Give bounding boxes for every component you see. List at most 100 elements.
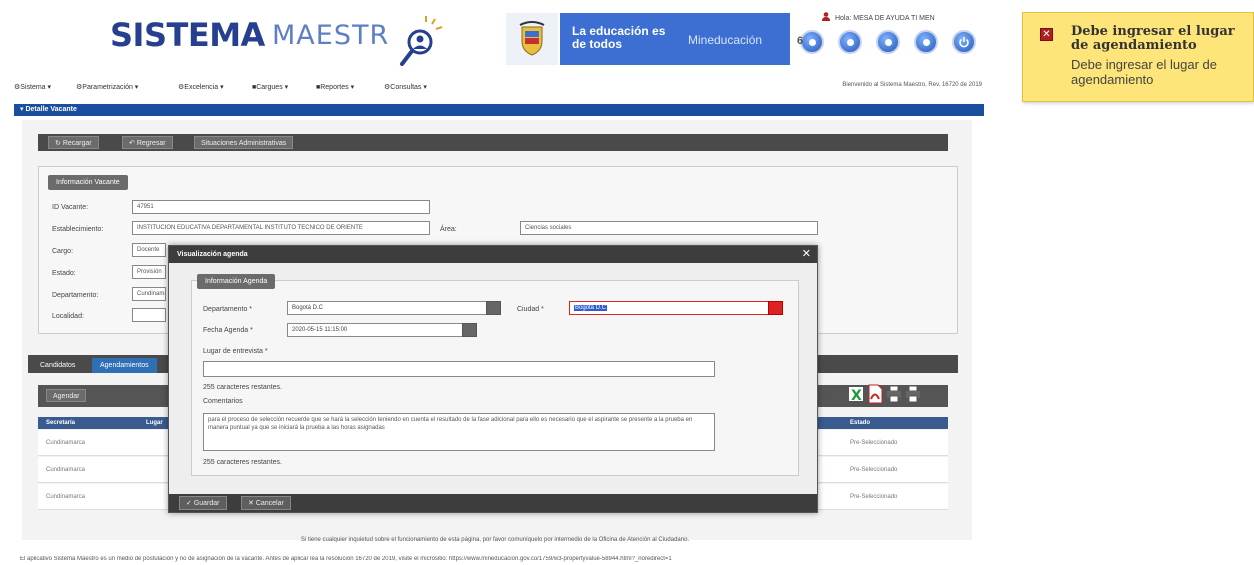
cancelar-button[interactable]: ✕ Cancelar <box>241 496 291 510</box>
notifications-count: 6 <box>797 35 804 47</box>
area-field[interactable]: Ciencias sociales <box>520 221 818 235</box>
app-window: SISTEMA MAESTR La educación es de todos <box>0 0 990 565</box>
vacante-info-legend: Información Vacante <box>48 175 128 190</box>
lugar-counter: 255 caracteres restantes. <box>203 384 282 391</box>
area-label: Área: <box>440 226 457 233</box>
row-secretaria: Cundinamarca <box>46 440 86 446</box>
footer-legal: El aplicativo Sistema Maestro es un medi… <box>20 556 672 562</box>
notifications-icon <box>808 38 816 46</box>
dialog-footer: ✓ Guardar ✕ Cancelar <box>169 494 817 512</box>
row-estado: Pre-Seleccionado <box>850 494 898 500</box>
departamento-select-label: Departamento * <box>203 306 253 313</box>
notifications-button[interactable]: 6 <box>797 30 824 54</box>
notification-title: Debe ingresar el lugar de agendamiento <box>1071 24 1235 53</box>
ciudad-select-label: Ciudad * <box>517 306 544 313</box>
main-menu-bar: ⚙Sistema ▾ ⚙Parametrización ▾ ⚙Excelenci… <box>14 80 986 96</box>
menu-parametrizacion[interactable]: ⚙Parametrización ▾ <box>76 83 138 91</box>
menu-cargues[interactable]: ■Cargues ▾ <box>252 83 288 91</box>
ciudad-select-value: Bogotá D.C <box>574 305 608 311</box>
lugar-entrevista-label: Lugar de entrevista * <box>203 348 268 355</box>
col-estado[interactable]: Estado <box>850 417 870 429</box>
dialog-title-text: Visualización agenda <box>177 251 248 258</box>
fecha-agenda-label: Fecha Agenda * <box>203 327 253 334</box>
pdf-export-icon[interactable] <box>867 384 883 404</box>
col-lugar[interactable]: Lugar <box>146 417 163 429</box>
print-all-icon[interactable] <box>905 384 921 404</box>
id-vacante-label: ID Vacante: <box>52 204 89 211</box>
recargar-button[interactable]: ↻ Recargar <box>48 136 99 149</box>
user-greeting: Hola: MESA DE AYUDA TI MEN <box>822 12 935 22</box>
col-secretaria[interactable]: Secretaría <box>46 417 75 429</box>
dialog-title: Visualización agenda ✕ <box>169 246 817 263</box>
departamento-select-value: Bogotá D.C <box>292 305 324 311</box>
menu-sistema[interactable]: ⚙Sistema ▾ <box>14 83 51 91</box>
agendar-button[interactable]: Agendar <box>46 389 87 402</box>
excel-export-icon[interactable]: X <box>848 384 864 404</box>
establecimiento-field[interactable]: INSTITUCION EDUCATIVA DEPARTAMENTAL INST… <box>132 221 430 235</box>
logo-sistema-text: SISTEMA <box>110 16 265 54</box>
departamento-label: Departamento: <box>52 292 99 299</box>
establecimiento-label: Establecimiento: <box>52 226 104 233</box>
error-notification[interactable]: ✕ Debe ingresar el lugar de agendamiento… <box>1022 12 1254 102</box>
localidad-field[interactable] <box>132 308 166 322</box>
lugar-entrevista-input[interactable] <box>203 361 715 377</box>
row-estado: Pre-Seleccionado <box>850 467 898 473</box>
header: SISTEMA MAESTR La educación es de todos <box>0 0 990 78</box>
help-button[interactable] <box>914 30 938 54</box>
header-action-buttons: 6 <box>797 30 976 54</box>
menu-consultas[interactable]: ⚙Consultas ▾ <box>384 83 427 91</box>
calendar-icon[interactable] <box>462 323 477 337</box>
departamento-field[interactable]: Cundinamarca <box>132 287 166 301</box>
section-title-bar[interactable]: ▾ Detalle Vacante <box>14 104 984 116</box>
user-icon <box>822 12 830 21</box>
logout-button[interactable] <box>952 30 976 54</box>
gov-slogan: La educación es de todos <box>572 24 666 51</box>
close-icon[interactable]: ✕ <box>802 248 811 261</box>
localidad-label: Localidad: <box>52 313 84 320</box>
row-estado: Pre-Seleccionado <box>850 440 898 446</box>
cargo-label: Cargo: <box>52 248 74 255</box>
menu-reportes[interactable]: ■Reportes ▾ <box>316 83 354 91</box>
row-secretaria: Cundinamarca <box>46 494 86 500</box>
detail-toolbar: ↻ Recargar ↶ Regresar Situaciones Admini… <box>38 134 948 151</box>
footer-notice: Si tiene cualquier inquietud sobre el fu… <box>300 537 690 543</box>
id-vacante-field[interactable]: 47951 <box>132 200 430 214</box>
regresar-button[interactable]: ↶ Regresar <box>122 136 173 149</box>
row-secretaria: Cundinamarca <box>46 467 86 473</box>
ciudad-select[interactable]: Bogotá D.C <box>569 301 783 315</box>
export-buttons: X <box>848 384 921 404</box>
home-button[interactable] <box>838 30 862 54</box>
estado-field[interactable]: Provisión <box>132 265 166 279</box>
departamento-select[interactable]: Bogotá D.C <box>287 301 501 315</box>
tab-candidatos[interactable]: Candidatos <box>32 358 83 373</box>
mineducacion-label: Mineducación <box>688 33 763 47</box>
menu-excelencia[interactable]: ⚙Excelencia ▾ <box>178 83 224 91</box>
section-title: Detalle Vacante <box>25 106 77 113</box>
cargo-field[interactable]: Docente <box>132 243 166 257</box>
coat-of-arms-icon <box>506 13 558 65</box>
agenda-info-legend: Información Agenda <box>197 274 276 289</box>
svg-text:X: X <box>851 388 862 403</box>
tab-agendamientos[interactable]: Agendamientos <box>92 358 157 373</box>
fecha-agenda-value: 2020-05-15 11:15:00 <box>292 327 348 333</box>
notification-body: Debe ingresar el lugar de agendamiento <box>1071 57 1217 87</box>
comentarios-counter: 255 caracteres restantes. <box>203 459 282 466</box>
logo-maestro-text: MAESTR <box>272 20 390 51</box>
situaciones-administrativas-button[interactable]: Situaciones Administrativas <box>194 136 294 149</box>
estado-label: Estado: <box>52 270 76 277</box>
magnifier-logo-icon <box>400 16 443 66</box>
chevron-down-icon[interactable] <box>768 301 783 315</box>
home-icon <box>846 38 854 46</box>
agenda-dialog: Visualización agenda ✕ Información Agend… <box>168 245 818 513</box>
help-icon <box>922 38 930 46</box>
fecha-agenda-field[interactable]: 2020-05-15 11:15:00 <box>287 323 477 337</box>
welcome-text: Bienvenido al Sistema Maestro, Rev. 1672… <box>842 82 982 88</box>
profile-button[interactable] <box>876 30 900 54</box>
chevron-down-icon[interactable] <box>486 301 501 315</box>
government-banner: La educación es de todos Mineducación <box>560 13 790 65</box>
guardar-button[interactable]: ✓ Guardar <box>179 496 227 510</box>
profile-icon <box>884 38 892 46</box>
error-close-icon[interactable]: ✕ <box>1040 28 1053 41</box>
comentarios-textarea[interactable]: para el proceso de selección recuerde qu… <box>203 413 715 451</box>
print-icon[interactable] <box>886 384 902 404</box>
